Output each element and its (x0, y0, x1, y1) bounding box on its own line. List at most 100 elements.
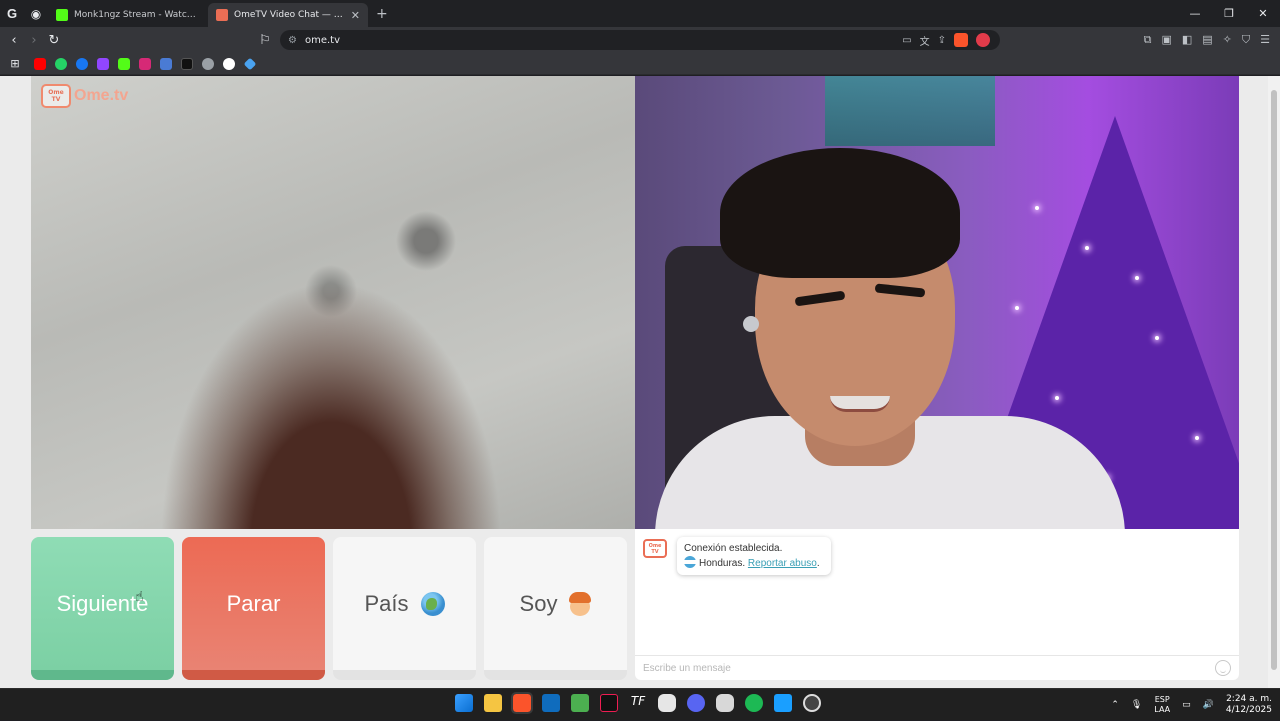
report-abuse-link[interactable]: Reportar abuso (748, 558, 817, 569)
twitch-icon[interactable] (97, 57, 109, 70)
message-input[interactable]: Escribe un mensaje (635, 655, 1239, 680)
logo-tv-icon: Ome TV (41, 84, 71, 108)
youtube-icon[interactable] (34, 57, 46, 70)
vpn-icon[interactable]: ⛉ (1242, 33, 1250, 47)
tradingview-icon[interactable]: TF (629, 694, 647, 712)
kick-icon (56, 9, 68, 21)
tab-ometv[interactable]: OmeTV Video Chat — Omegl ✕ (208, 3, 368, 27)
gemini-icon[interactable] (243, 57, 257, 70)
wallet-icon[interactable]: ▣ (1161, 33, 1171, 47)
reload-icon[interactable]: ↻ (44, 33, 64, 48)
message-placeholder: Escribe un mensaje (643, 663, 731, 674)
volume-icon[interactable]: 🔊 (1203, 700, 1214, 710)
next-button[interactable]: Siguiente (31, 537, 174, 680)
logo-text: Ome.tv (74, 87, 129, 104)
threads-icon[interactable] (202, 57, 214, 70)
network-icon[interactable]: ▭ (1182, 700, 1191, 710)
person-smile (830, 396, 890, 412)
extensions-icon[interactable]: ⧉ (1144, 33, 1152, 47)
windows-taskbar: TF ⌃ 🎙 ESP LAA ▭ 🔊 2:24 a. m. 4/12/2025 (0, 688, 1280, 720)
google-bookmark-icon[interactable] (223, 57, 235, 70)
system-clock[interactable]: 2:24 a. m. 4/12/2025 (1226, 694, 1272, 716)
ometv-logo[interactable]: Ome TV Ome.tv (41, 84, 128, 108)
brave-rewards-icon[interactable] (976, 33, 990, 47)
earphone (743, 316, 759, 332)
stop-button[interactable]: Parar (182, 537, 325, 680)
connection-status: Conexión establecida. (684, 543, 783, 554)
scrollbar-thumb[interactable] (1271, 90, 1277, 670)
share-icon[interactable]: ⇪ (938, 35, 946, 46)
translate-icon[interactable]: 文 (920, 33, 930, 48)
sidebar-icon[interactable]: ◧ (1182, 33, 1192, 47)
report-suffix: . (816, 558, 820, 569)
menu-icon[interactable]: ☰ (1260, 33, 1270, 47)
ometv-tab-icon (216, 9, 228, 21)
chat-panel: Ome TV Conexión establecida. Honduras. R… (635, 529, 1239, 680)
kick-icon[interactable] (118, 57, 130, 70)
maximize-icon[interactable]: ❐ (1212, 7, 1246, 20)
show-hidden-icons-icon[interactable]: ⌃ (1111, 700, 1119, 710)
translate-bookmark-icon[interactable] (160, 57, 172, 70)
game-controller-icon[interactable] (658, 694, 676, 712)
clock-date: 4/12/2025 (1225, 705, 1272, 715)
bookmark-icon[interactable]: ⚐ (255, 33, 275, 48)
google-icon[interactable]: G (0, 0, 24, 27)
leo-ai-icon[interactable]: ✧ (1223, 33, 1232, 47)
country-line: Honduras. Reportar abuso. (684, 556, 824, 571)
whatsapp-icon[interactable] (55, 57, 67, 70)
browser-toolbar: ‹ › ↻ ⚐ ⚙ ome.tv ▭ 文 ⇪ ⧉ ▣ ◧ ▤ ✧ ⛉ ☰ (0, 27, 1280, 53)
ometv-page: Ome TV Ome.tv Siguiente Parar País Soy ☝… (0, 76, 1280, 688)
facebook-icon[interactable] (76, 57, 88, 70)
back-icon[interactable]: ‹ (4, 33, 24, 48)
reading-list-icon[interactable]: ▤ (1202, 33, 1212, 47)
tree-light (1055, 396, 1059, 400)
obs-icon[interactable] (803, 694, 821, 712)
spotify-icon[interactable] (745, 694, 763, 712)
emoji-icon[interactable] (1215, 660, 1231, 676)
brave-browser-icon[interactable] (511, 692, 533, 714)
country-button[interactable]: País (333, 537, 476, 680)
stop-button-label: Parar (226, 590, 281, 616)
close-window-icon[interactable]: ✕ (1246, 7, 1280, 20)
instagram-icon[interactable] (139, 57, 151, 70)
chrome-icon[interactable]: ◉ (24, 0, 48, 27)
country-button-label: País (364, 590, 409, 616)
gender-button[interactable]: Soy (484, 537, 627, 680)
person-hair (720, 148, 960, 278)
boy-emoji-icon (569, 591, 592, 616)
minecraft-icon[interactable] (571, 694, 589, 712)
mouse-cursor-icon: ☝ (135, 589, 144, 605)
cast-icon[interactable]: ▭ (902, 35, 911, 46)
forward-icon[interactable]: › (24, 33, 44, 48)
stranger-video: Ome TV Ome.tv (31, 76, 635, 529)
tiktok-icon[interactable] (181, 57, 193, 70)
language-code: ESP (1154, 695, 1170, 704)
outlook-icon[interactable] (542, 694, 560, 712)
input-language[interactable]: ESP LAA (1154, 695, 1170, 715)
close-tab-icon[interactable]: ✕ (351, 9, 360, 22)
gender-button-label: Soy (519, 590, 558, 616)
discord-icon[interactable] (687, 694, 705, 712)
site-info-icon[interactable]: ⚙ (288, 35, 297, 46)
address-bar[interactable]: ⚙ ome.tv ▭ 文 ⇪ (280, 30, 1000, 50)
self-video (635, 76, 1239, 529)
minimize-icon[interactable]: — (1178, 7, 1212, 20)
xbox-controller-icon[interactable] (716, 694, 734, 712)
windows-start-icon[interactable] (455, 694, 473, 712)
tab-title: Monk1ngz Stream - Watch Live o (74, 10, 200, 20)
country-name: Honduras. (699, 558, 746, 569)
tab-monk1ngz-stream[interactable]: Monk1ngz Stream - Watch Live o (48, 3, 208, 27)
file-explorer-icon[interactable] (484, 694, 502, 712)
ometv-avatar-icon: Ome TV (643, 539, 667, 558)
microphone-icon[interactable]: 🎙 (1131, 700, 1142, 710)
photos-icon[interactable] (774, 694, 792, 712)
apps-grid-icon[interactable]: ⊞ (8, 57, 22, 70)
browser-tab-bar: G ◉ Monk1ngz Stream - Watch Live o OmeTV… (0, 0, 1280, 27)
tiktok-app-icon[interactable] (600, 694, 618, 712)
url-text: ome.tv (304, 34, 340, 46)
new-tab-button[interactable]: + (368, 6, 396, 22)
clock-time: 2:24 a. m. (1226, 694, 1272, 704)
tree-light (1085, 246, 1089, 250)
brave-shields-icon[interactable] (954, 33, 968, 47)
page-scrollbar[interactable] (1268, 76, 1280, 688)
